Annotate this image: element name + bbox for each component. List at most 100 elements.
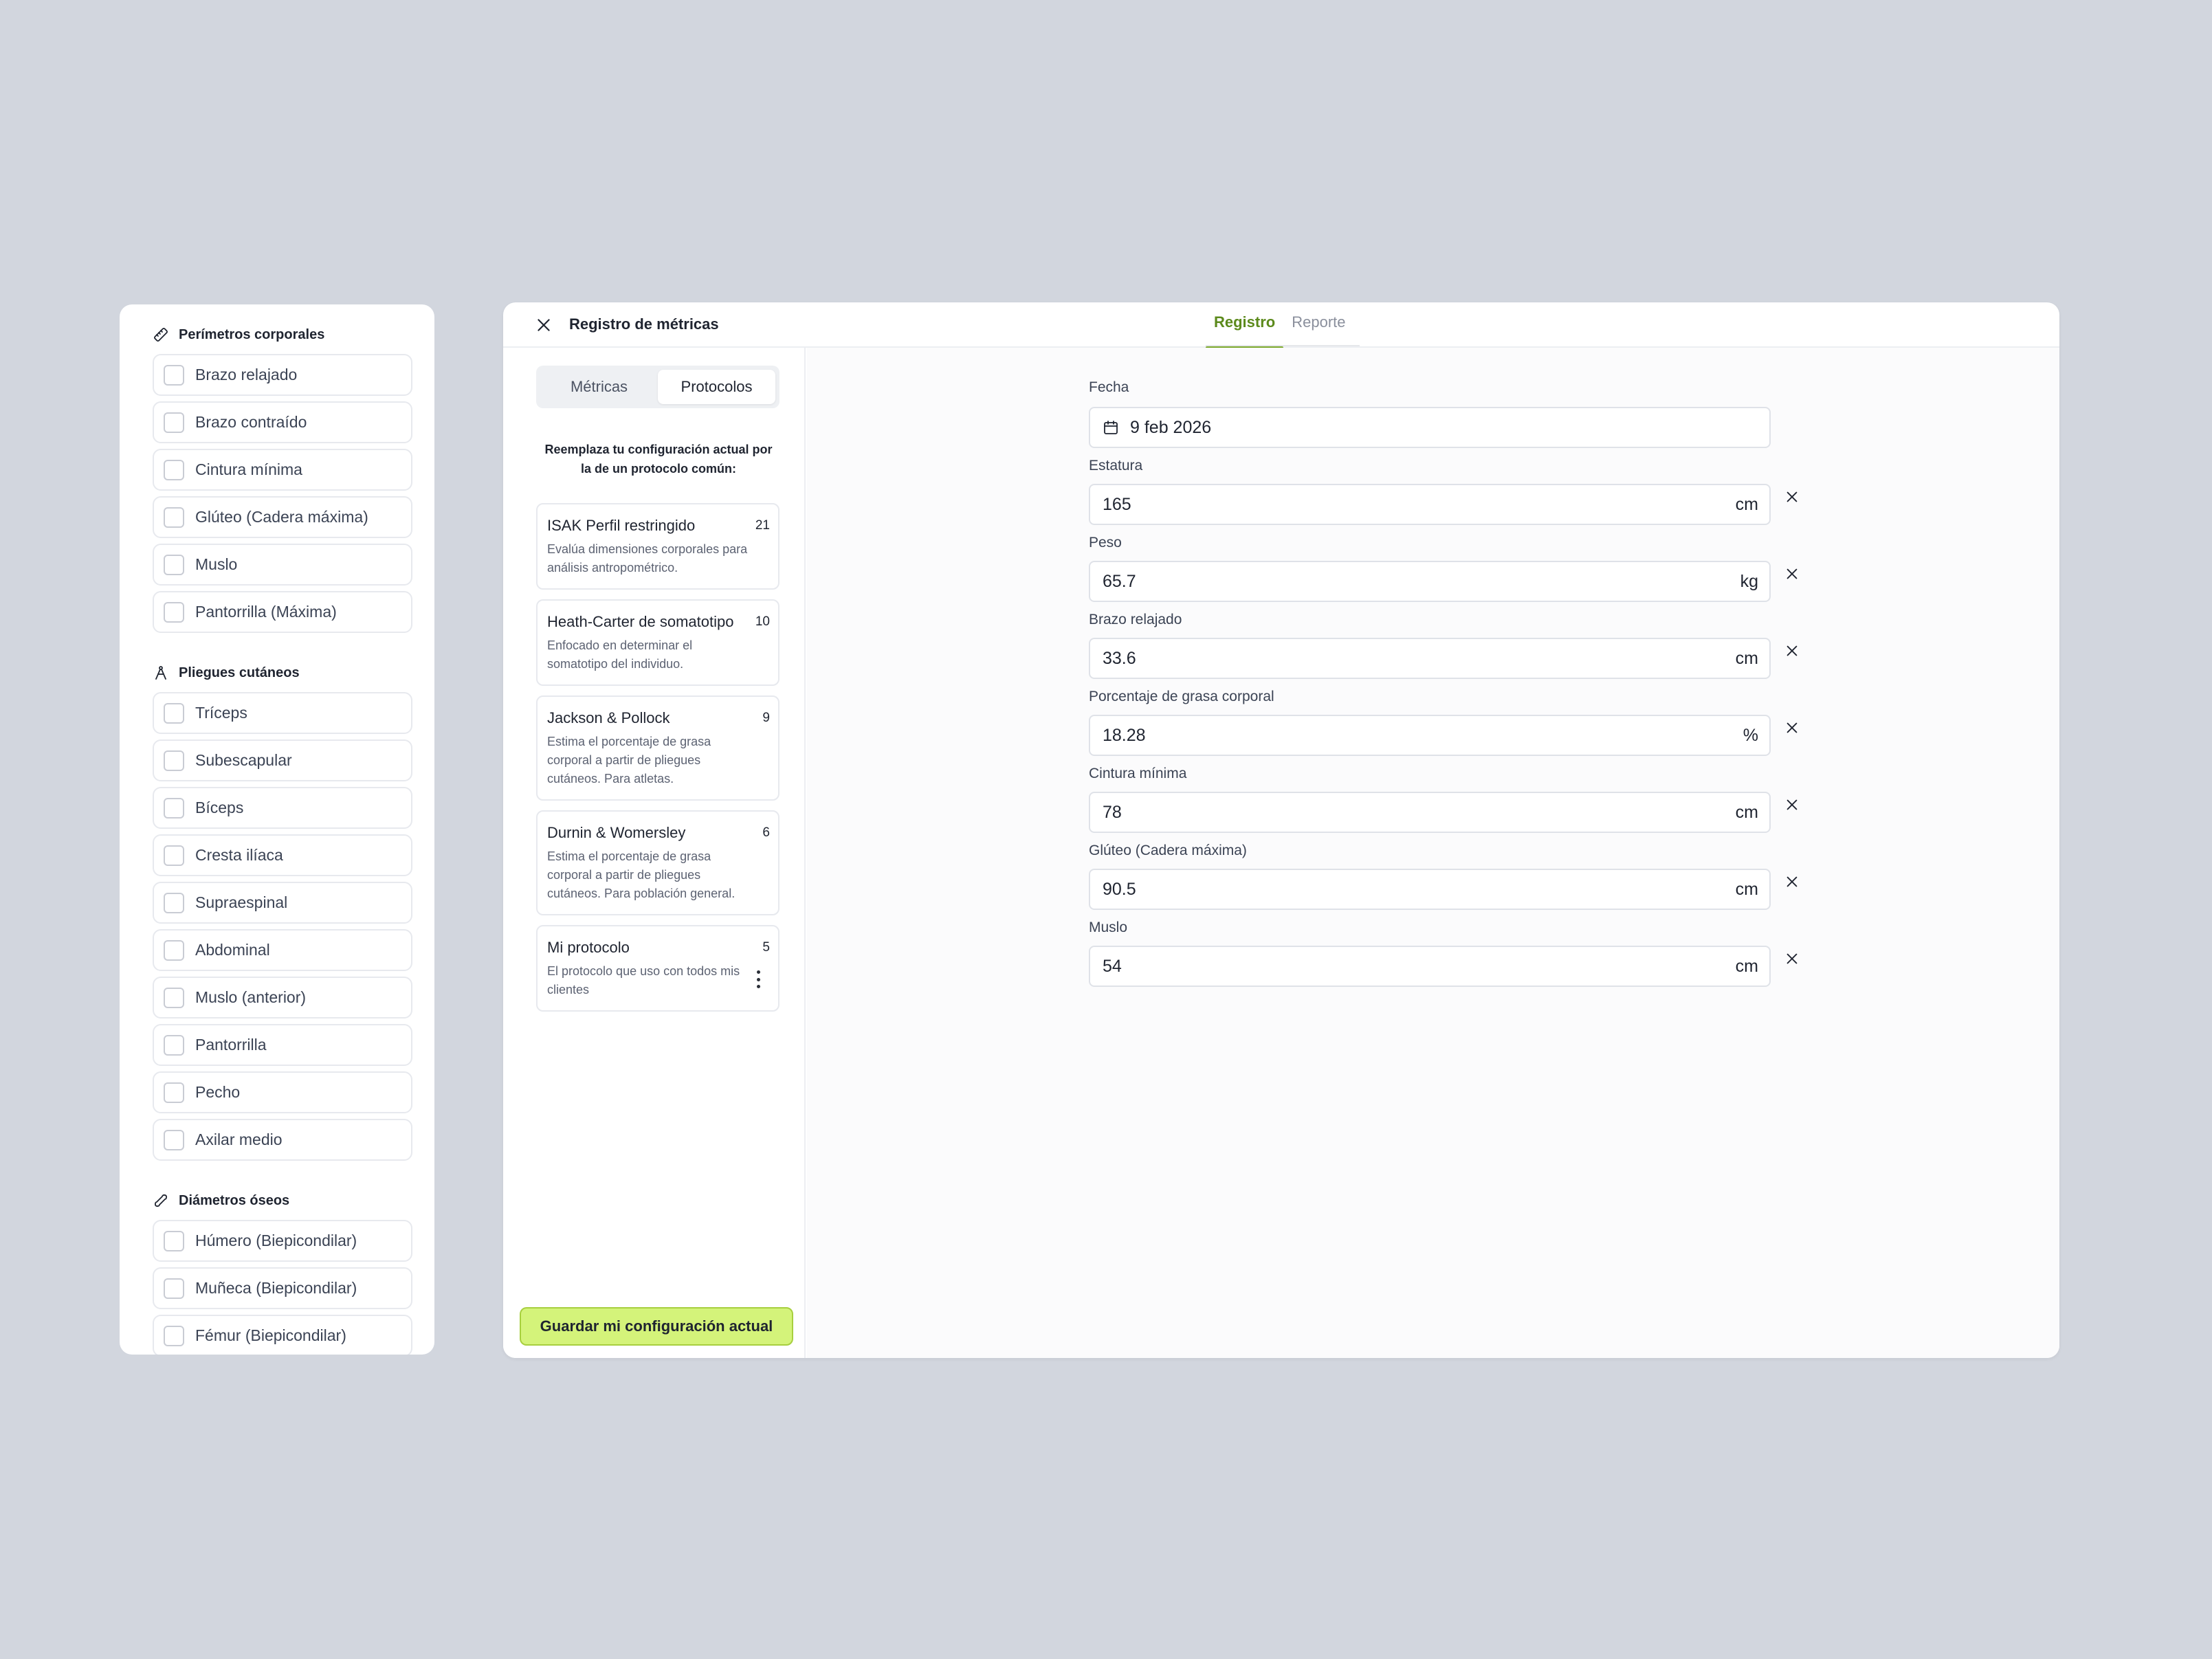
- metric-label: Cintura mínima: [1089, 766, 1187, 781]
- remove-icon[interactable]: [1784, 720, 1800, 735]
- metrics-form-area: Fecha 9 feb 2026 Estatura cm Peso: [807, 348, 2059, 1358]
- date-label: Fecha: [1089, 379, 1129, 395]
- metric-label: Muslo: [1089, 920, 1128, 935]
- protocol-name: ISAK Perfil restringido: [547, 517, 696, 534]
- checkbox-item[interactable]: Tríceps: [153, 692, 412, 734]
- checkbox[interactable]: [164, 702, 184, 724]
- checkbox[interactable]: [164, 797, 184, 819]
- metric-input[interactable]: [1103, 879, 1736, 900]
- checkbox[interactable]: [164, 1129, 184, 1150]
- checkbox-label: Cresta ilíaca: [195, 846, 283, 864]
- group-header: Diámetros óseos: [153, 1184, 414, 1217]
- metric-label: Peso: [1089, 535, 1122, 550]
- protocol-card[interactable]: Heath-Carter de somatotipo 10 Enfocado e…: [536, 599, 779, 686]
- checkbox[interactable]: [164, 987, 184, 1008]
- tab-registro[interactable]: Registro: [1206, 302, 1284, 349]
- tab-reporte[interactable]: Reporte: [1283, 302, 1353, 348]
- remove-icon[interactable]: [1784, 797, 1800, 812]
- protocol-count: 6: [762, 825, 770, 840]
- checkbox-label: Muslo (anterior): [195, 988, 307, 1006]
- checkbox[interactable]: [164, 845, 184, 866]
- checkbox-item[interactable]: Abdominal: [153, 929, 412, 971]
- protocol-card[interactable]: Durnin & Womersley 6 Estima el porcentaj…: [536, 810, 779, 915]
- remove-icon[interactable]: [1784, 489, 1800, 504]
- remove-icon[interactable]: [1784, 874, 1800, 889]
- protocol-card[interactable]: Mi protocolo 5 El protocolo que uso con …: [536, 925, 779, 1012]
- checkbox-item[interactable]: Húmero (Biepicondilar): [153, 1220, 412, 1262]
- group-title: Diámetros óseos: [179, 1192, 290, 1208]
- checkbox-label: Brazo relajado: [195, 366, 298, 383]
- checkbox-item[interactable]: Subescapular: [153, 739, 412, 781]
- metric-label: Estatura: [1089, 458, 1143, 474]
- checkbox-item[interactable]: Cintura mínima: [153, 449, 412, 491]
- checkbox[interactable]: [164, 554, 184, 575]
- checkbox-item[interactable]: Pantorrilla: [153, 1024, 412, 1066]
- metric-input[interactable]: [1103, 802, 1736, 823]
- metric-label: Porcentaje de grasa corporal: [1089, 689, 1274, 704]
- protocol-card[interactable]: ISAK Perfil restringido 21 Evalúa dimens…: [536, 503, 779, 590]
- date-picker[interactable]: 9 feb 2026: [1089, 407, 1771, 448]
- checkbox[interactable]: [164, 1230, 184, 1251]
- metric-input-box: %: [1089, 715, 1771, 756]
- checkbox-item[interactable]: Muslo: [153, 544, 412, 586]
- checkbox-item[interactable]: Pantorrilla (Máxima): [153, 591, 412, 633]
- checkbox-item[interactable]: Muñeca (Biepicondilar): [153, 1267, 412, 1309]
- checkbox[interactable]: [164, 892, 184, 913]
- checkbox-label: Subescapular: [195, 751, 292, 769]
- protocol-intro-text: Reemplaza tu configuración actual por la…: [544, 443, 773, 476]
- segment-protocolos[interactable]: Protocolos: [658, 370, 775, 404]
- group-title: Perímetros corporales: [179, 326, 325, 342]
- metric-input[interactable]: [1103, 648, 1736, 669]
- checkbox[interactable]: [164, 506, 184, 528]
- checkbox-item[interactable]: Bíceps: [153, 787, 412, 829]
- checkbox[interactable]: [164, 1278, 184, 1299]
- unit-label: cm: [1735, 956, 1758, 976]
- checkbox-item[interactable]: Axilar medio: [153, 1119, 412, 1161]
- checkbox[interactable]: [164, 364, 184, 386]
- protocol-count: 9: [762, 711, 770, 725]
- caliper-icon: [155, 666, 166, 680]
- checkbox-label: Tríceps: [195, 704, 247, 722]
- segment-metricas[interactable]: Métricas: [540, 370, 658, 404]
- metric-input[interactable]: [1103, 956, 1736, 977]
- checkbox[interactable]: [164, 459, 184, 480]
- group-header: Pliegues cutáneos: [153, 656, 414, 689]
- remove-icon[interactable]: [1784, 951, 1800, 966]
- checkbox-item[interactable]: Brazo relajado: [153, 354, 412, 396]
- remove-icon[interactable]: [1784, 643, 1800, 658]
- checkbox[interactable]: [164, 1325, 184, 1346]
- checkbox-item[interactable]: Brazo contraído: [153, 401, 412, 443]
- remove-icon[interactable]: [1784, 566, 1800, 581]
- more-options-icon[interactable]: [755, 970, 762, 988]
- metric-label: Glúteo (Cadera máxima): [1089, 843, 1247, 858]
- metrics-window: Registro de métricas Registro Reporte Mé…: [503, 302, 2059, 1358]
- checkbox[interactable]: [164, 601, 184, 623]
- metric-input[interactable]: [1103, 494, 1736, 515]
- metric-input-box: kg: [1089, 561, 1771, 602]
- protocol-description: Estima el porcentaje de grasa corporal a…: [547, 849, 736, 900]
- metric-input[interactable]: [1103, 571, 1740, 592]
- checkbox[interactable]: [164, 939, 184, 961]
- checkbox-item[interactable]: Pecho: [153, 1071, 412, 1113]
- metric-field-peso: Peso kg: [1089, 535, 1817, 602]
- protocol-card[interactable]: Jackson & Pollock 9 Estima el porcentaje…: [536, 695, 779, 801]
- checkbox[interactable]: [164, 412, 184, 433]
- metric-field-gluteo: Glúteo (Cadera máxima) cm: [1089, 843, 1817, 910]
- checkbox[interactable]: [164, 1034, 184, 1056]
- save-configuration-button[interactable]: Guardar mi configuración actual: [520, 1307, 793, 1346]
- checkbox-item[interactable]: Fémur (Biepicondilar): [153, 1315, 412, 1355]
- protocol-description: Enfocado en determinar el somatotipo del…: [547, 638, 693, 671]
- checkbox-item[interactable]: Cresta ilíaca: [153, 834, 412, 876]
- metric-input[interactable]: [1103, 725, 1743, 746]
- checkbox-item[interactable]: Supraespinal: [153, 882, 412, 924]
- checkbox-item[interactable]: Muslo (anterior): [153, 977, 412, 1018]
- metric-field-estatura: Estatura cm: [1089, 458, 1817, 525]
- checkbox[interactable]: [164, 1082, 184, 1103]
- close-icon[interactable]: [535, 316, 553, 334]
- checkbox-label: Brazo contraído: [195, 413, 307, 431]
- checkbox-item[interactable]: Glúteo (Cadera máxima): [153, 496, 412, 538]
- checkbox[interactable]: [164, 750, 184, 771]
- segmented-control: Métricas Protocolos: [536, 366, 779, 408]
- ruler-icon: [154, 328, 168, 342]
- window-topbar: Registro de métricas Registro Reporte: [503, 302, 2059, 349]
